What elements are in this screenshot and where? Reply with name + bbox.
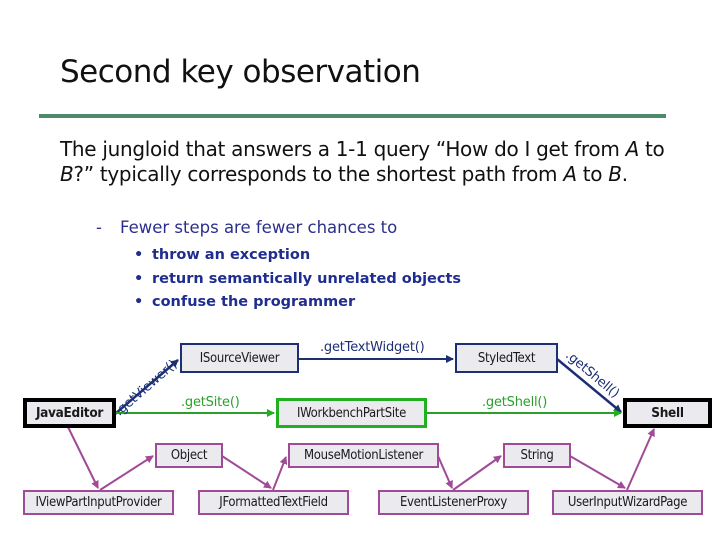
- node-javaeditor: JavaEditor: [23, 398, 116, 428]
- edge-purple-7: [569, 455, 626, 489]
- label-getshell-green: .getShell(): [482, 395, 548, 410]
- node-iworkbenchpartsite: IWorkbenchPartSite: [276, 398, 427, 428]
- edge-purple-8: [626, 428, 655, 491]
- label-gettextwidget: .getTextWidget(): [320, 340, 425, 355]
- node-object: Object: [155, 443, 223, 468]
- edge-purple-4: [272, 456, 288, 491]
- node-jformattedtextfield: JFormattedTextField: [198, 490, 349, 515]
- edge-purple-2: [99, 455, 154, 491]
- edge-purple-1: [67, 426, 99, 489]
- edge-purple-3: [221, 455, 272, 489]
- edge-purple-5: [437, 455, 453, 489]
- node-eventlistenerproxy: EventListenerProxy: [378, 490, 529, 515]
- node-userinputwizardpage: UserInputWizardPage: [552, 490, 703, 515]
- node-iviewpartinputprovider: IViewPartInputProvider: [23, 490, 174, 515]
- node-styledtext: StyledText: [455, 343, 558, 373]
- node-shell: Shell: [623, 398, 712, 428]
- label-getsite: .getSite(): [181, 395, 240, 410]
- edge-purple-6: [452, 455, 502, 491]
- node-string: String: [503, 443, 571, 468]
- node-isourceviewer: ISourceViewer: [180, 343, 299, 373]
- node-mousemotionlistener: MouseMotionListener: [288, 443, 439, 468]
